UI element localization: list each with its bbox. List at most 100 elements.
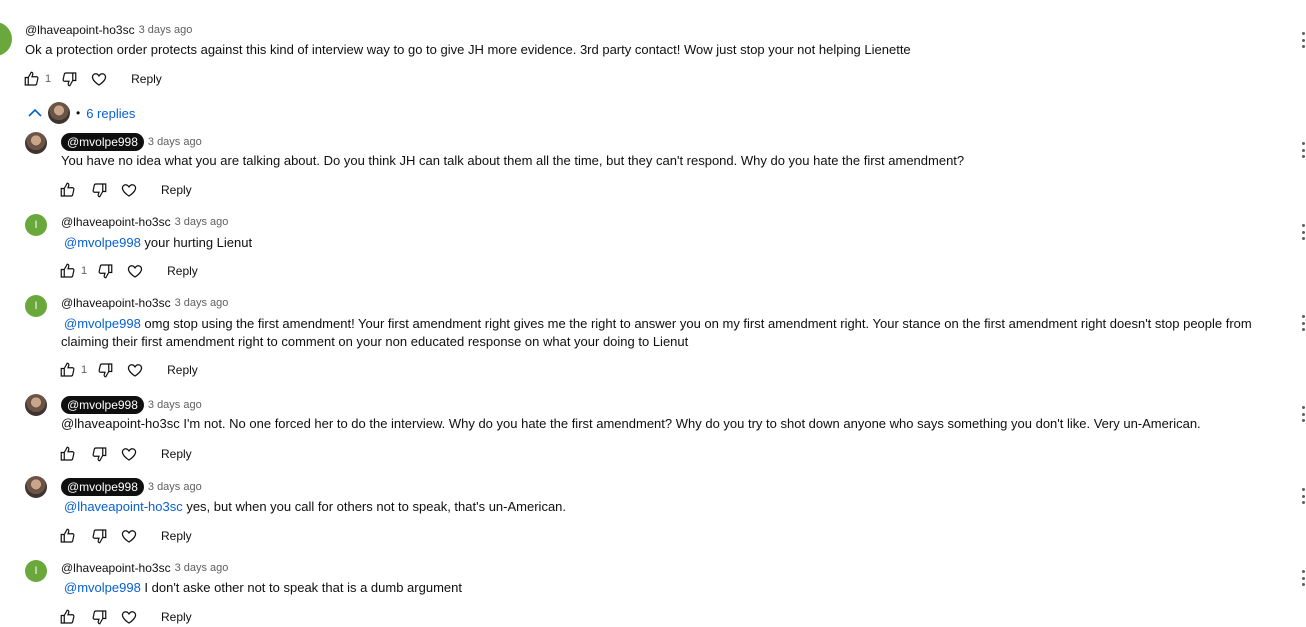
comment-author[interactable]: @mvolpe998	[61, 396, 144, 414]
reply-button[interactable]: Reply	[161, 447, 192, 461]
mention-link[interactable]: @mvolpe998	[64, 235, 141, 250]
reply-button[interactable]: Reply	[161, 610, 192, 624]
mention-link[interactable]: @lhaveapoint-ho3sc	[64, 499, 183, 514]
comment-meta: @lhaveapoint-ho3sc 3 days ago	[61, 296, 228, 310]
more-actions-icon[interactable]	[1302, 224, 1306, 240]
replies-count: 6 replies	[86, 105, 136, 121]
avatar[interactable]	[0, 22, 12, 56]
more-actions-icon[interactable]	[1302, 142, 1306, 158]
avatar[interactable]: I	[25, 214, 47, 236]
dislike-icon[interactable]	[89, 180, 109, 200]
reply-button[interactable]: Reply	[161, 529, 192, 543]
comment-meta: @lhaveapoint-ho3sc 3 days ago	[61, 215, 228, 229]
comment-actions: Reply	[58, 607, 192, 627]
reply-item: @mvolpe998 3 days ago @lhaveapoint-ho3sc…	[0, 392, 1306, 472]
comment-author[interactable]: @lhaveapoint-ho3sc	[61, 296, 171, 310]
replies-toggle[interactable]: • 6 replies	[28, 102, 135, 124]
comment-body: Ok a protection order protects against t…	[25, 42, 911, 57]
dislike-icon[interactable]	[59, 69, 79, 89]
like-icon[interactable]	[58, 526, 78, 546]
reply-item: @mvolpe998 3 days ago @lhaveapoint-ho3sc…	[0, 474, 1306, 554]
heart-icon[interactable]	[125, 360, 145, 380]
comment-time[interactable]: 3 days ago	[139, 24, 193, 36]
chevron-up-icon	[28, 106, 42, 121]
comment-body: I don't aske other not to speak that is …	[140, 580, 462, 595]
comment-time[interactable]: 3 days ago	[175, 297, 229, 309]
mention-link[interactable]: @mvolpe998	[64, 580, 141, 595]
comment-text: @mvolpe998 your hurting Lienut	[64, 234, 252, 252]
toggle-separator: •	[76, 106, 81, 120]
comment-text: @lhaveapoint-ho3sc yes, but when you cal…	[64, 498, 566, 516]
like-icon[interactable]	[58, 607, 78, 627]
comment-author[interactable]: @lhaveapoint-ho3sc	[61, 561, 171, 575]
avatar[interactable]	[25, 394, 47, 416]
like-icon[interactable]	[58, 261, 78, 281]
heart-icon[interactable]	[119, 526, 139, 546]
avatar[interactable]	[25, 132, 47, 154]
avatar[interactable]: I	[25, 560, 47, 582]
comment-meta: @mvolpe998 3 days ago	[61, 396, 202, 414]
creator-avatar	[48, 102, 70, 124]
mention-link[interactable]: @mvolpe998	[64, 316, 141, 331]
comment-author[interactable]: @mvolpe998	[61, 133, 144, 151]
dislike-icon[interactable]	[89, 526, 109, 546]
reply-button[interactable]: Reply	[131, 72, 162, 86]
comment-actions: Reply	[58, 180, 192, 200]
like-icon[interactable]	[22, 69, 42, 89]
comment-body: your hurting Lienut	[140, 235, 253, 250]
comment-text: @mvolpe998 I don't aske other not to spe…	[64, 579, 462, 597]
reply-button[interactable]: Reply	[167, 363, 198, 377]
like-count: 1	[81, 265, 88, 277]
more-actions-icon[interactable]	[1302, 570, 1306, 586]
reply-item: I @lhaveapoint-ho3sc 3 days ago @mvolpe9…	[0, 210, 1306, 290]
comment-actions: Reply	[58, 526, 192, 546]
comment-actions: 1 Reply	[22, 69, 162, 89]
reply-button[interactable]: Reply	[161, 183, 192, 197]
comment-meta: @lhaveapoint-ho3sc 3 days ago	[61, 561, 228, 575]
comment-time[interactable]: 3 days ago	[148, 481, 202, 493]
more-actions-icon[interactable]	[1302, 488, 1306, 504]
comment-time[interactable]: 3 days ago	[148, 399, 202, 411]
heart-icon[interactable]	[119, 607, 139, 627]
dislike-icon[interactable]	[89, 607, 109, 627]
dislike-icon[interactable]	[95, 261, 115, 281]
comment-text: @mvolpe998 omg stop using the first amen…	[61, 315, 1286, 351]
reply-button[interactable]: Reply	[167, 264, 198, 278]
like-icon[interactable]	[58, 180, 78, 200]
more-actions-icon[interactable]	[1302, 32, 1306, 48]
comment-body: yes, but when you call for others not to…	[182, 499, 567, 514]
comment-meta: @mvolpe998 3 days ago	[61, 133, 202, 151]
comment-author[interactable]: @mvolpe998	[61, 478, 144, 496]
comment-actions: 1 Reply	[58, 360, 198, 380]
comment-body: @lhaveapoint-ho3sc I'm not. No one force…	[61, 416, 1201, 431]
comment-author[interactable]: @lhaveapoint-ho3sc	[61, 215, 171, 229]
comment-time[interactable]: 3 days ago	[148, 136, 202, 148]
comment-time[interactable]: 3 days ago	[175, 216, 229, 228]
top-comment: @lhaveapoint-ho3sc 3 days ago Ok a prote…	[0, 0, 1306, 100]
reply-item: I @lhaveapoint-ho3sc 3 days ago @mvolpe9…	[0, 556, 1306, 625]
comment-body: omg stop using the first amendment! Your…	[61, 316, 1252, 349]
like-count: 1	[81, 364, 88, 376]
more-actions-icon[interactable]	[1302, 406, 1306, 422]
reply-item: I @lhaveapoint-ho3sc 3 days ago @mvolpe9…	[0, 291, 1306, 391]
like-icon[interactable]	[58, 444, 78, 464]
more-actions-icon[interactable]	[1302, 315, 1306, 331]
like-icon[interactable]	[58, 360, 78, 380]
avatar[interactable]: I	[25, 295, 47, 317]
comment-text: You have no idea what you are talking ab…	[61, 152, 964, 170]
comment-author[interactable]: @lhaveapoint-ho3sc	[25, 23, 135, 37]
heart-icon[interactable]	[119, 444, 139, 464]
reply-item: @mvolpe998 3 days ago You have no idea w…	[0, 128, 1306, 208]
comment-time[interactable]: 3 days ago	[175, 562, 229, 574]
heart-icon[interactable]	[125, 261, 145, 281]
heart-icon[interactable]	[89, 69, 109, 89]
comment-text: Ok a protection order protects against t…	[25, 41, 911, 59]
heart-icon[interactable]	[119, 180, 139, 200]
avatar[interactable]	[25, 476, 47, 498]
comment-body: You have no idea what you are talking ab…	[61, 153, 965, 168]
comment-actions: 1 Reply	[58, 261, 198, 281]
dislike-icon[interactable]	[89, 444, 109, 464]
comment-actions: Reply	[58, 444, 192, 464]
dislike-icon[interactable]	[95, 360, 115, 380]
comment-text: @lhaveapoint-ho3sc I'm not. No one force…	[61, 415, 1201, 433]
